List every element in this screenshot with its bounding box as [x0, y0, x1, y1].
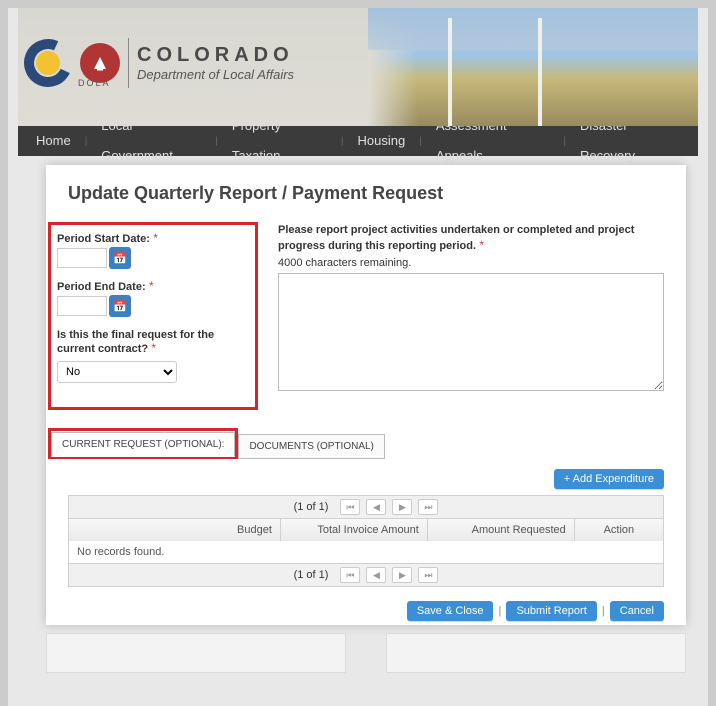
nav-home[interactable]: Home — [26, 126, 81, 156]
required-marker: * — [153, 231, 158, 245]
logo-block: COLORADO Department of Local Affairs — [24, 38, 294, 88]
current-request-tab-highlight: CURRENT REQUEST (OPTIONAL): — [48, 428, 238, 459]
org-name: COLORADO — [137, 44, 294, 67]
required-marker: * — [151, 341, 156, 355]
period-fields-highlight-box: Period Start Date: * 📅 Period End Date: … — [48, 222, 258, 410]
pager-last-button[interactable]: ⏭ — [418, 499, 438, 515]
period-start-calendar-button[interactable]: 📅 — [109, 247, 131, 269]
pager-info-top: (1 of 1) — [294, 501, 329, 513]
dola-seal-icon — [80, 43, 120, 83]
dola-label: DOLA — [78, 78, 111, 88]
period-end-label: Period End Date: — [57, 281, 146, 293]
modal-title: Update Quarterly Report / Payment Reques… — [68, 183, 664, 204]
pager-prev-button[interactable]: ◀ — [366, 567, 386, 583]
pager-info-bottom: (1 of 1) — [294, 569, 329, 581]
dept-name: Department of Local Affairs — [137, 67, 294, 82]
final-request-select[interactable]: No — [57, 361, 177, 383]
period-end-input[interactable] — [57, 296, 107, 316]
pager-first-button[interactable]: ⏮ — [340, 567, 360, 583]
col-budget: Budget — [69, 519, 281, 541]
final-request-label: Is this the final request for the curren… — [57, 329, 214, 355]
nav-housing[interactable]: Housing — [348, 126, 416, 156]
tab-documents[interactable]: DOCUMENTS (OPTIONAL) — [238, 434, 384, 459]
pager-first-button[interactable]: ⏮ — [340, 499, 360, 515]
period-end-calendar-button[interactable]: 📅 — [109, 295, 131, 317]
add-expenditure-button[interactable]: + Add Expenditure — [554, 469, 664, 489]
col-total-invoice: Total Invoice Amount — [281, 519, 428, 541]
col-amount-requested: Amount Requested — [428, 519, 575, 541]
activities-textarea[interactable] — [278, 273, 664, 391]
expenditure-table: (1 of 1) ⏮ ◀ ▶ ⏭ Budget Total Invoice Am… — [68, 495, 664, 587]
tab-current-request[interactable]: CURRENT REQUEST (OPTIONAL): — [51, 432, 235, 457]
modal-update-quarterly-report: Update Quarterly Report / Payment Reques… — [46, 165, 686, 625]
pager-last-button[interactable]: ⏭ — [418, 567, 438, 583]
required-marker: * — [149, 279, 154, 293]
activities-label: Please report project activities underta… — [278, 224, 634, 252]
pager-next-button[interactable]: ▶ — [392, 499, 412, 515]
table-empty-row: No records found. — [69, 541, 663, 563]
calendar-icon: 📅 — [113, 252, 127, 265]
required-marker: * — [479, 238, 484, 252]
main-nav: Home| Local Government| Property Taxatio… — [18, 126, 698, 156]
chars-remaining: 4000 characters remaining. — [278, 257, 664, 269]
pager-top: (1 of 1) ⏮ ◀ ▶ ⏭ — [69, 496, 663, 519]
save-close-button[interactable]: Save & Close — [407, 601, 494, 621]
col-action: Action — [575, 519, 663, 541]
banner-photo — [368, 8, 698, 126]
submit-report-button[interactable]: Submit Report — [506, 601, 596, 621]
header-banner: COLORADO Department of Local Affairs DOL… — [18, 8, 698, 126]
pager-prev-button[interactable]: ◀ — [366, 499, 386, 515]
background-cards — [46, 633, 686, 673]
pager-bottom: (1 of 1) ⏮ ◀ ▶ ⏭ — [69, 563, 663, 586]
table-header-row: Budget Total Invoice Amount Amount Reque… — [69, 519, 663, 541]
period-start-label: Period Start Date: — [57, 233, 150, 245]
cancel-button[interactable]: Cancel — [610, 601, 664, 621]
colorado-c-logo-icon — [24, 39, 72, 87]
pager-next-button[interactable]: ▶ — [392, 567, 412, 583]
calendar-icon: 📅 — [113, 300, 127, 313]
period-start-input[interactable] — [57, 248, 107, 268]
